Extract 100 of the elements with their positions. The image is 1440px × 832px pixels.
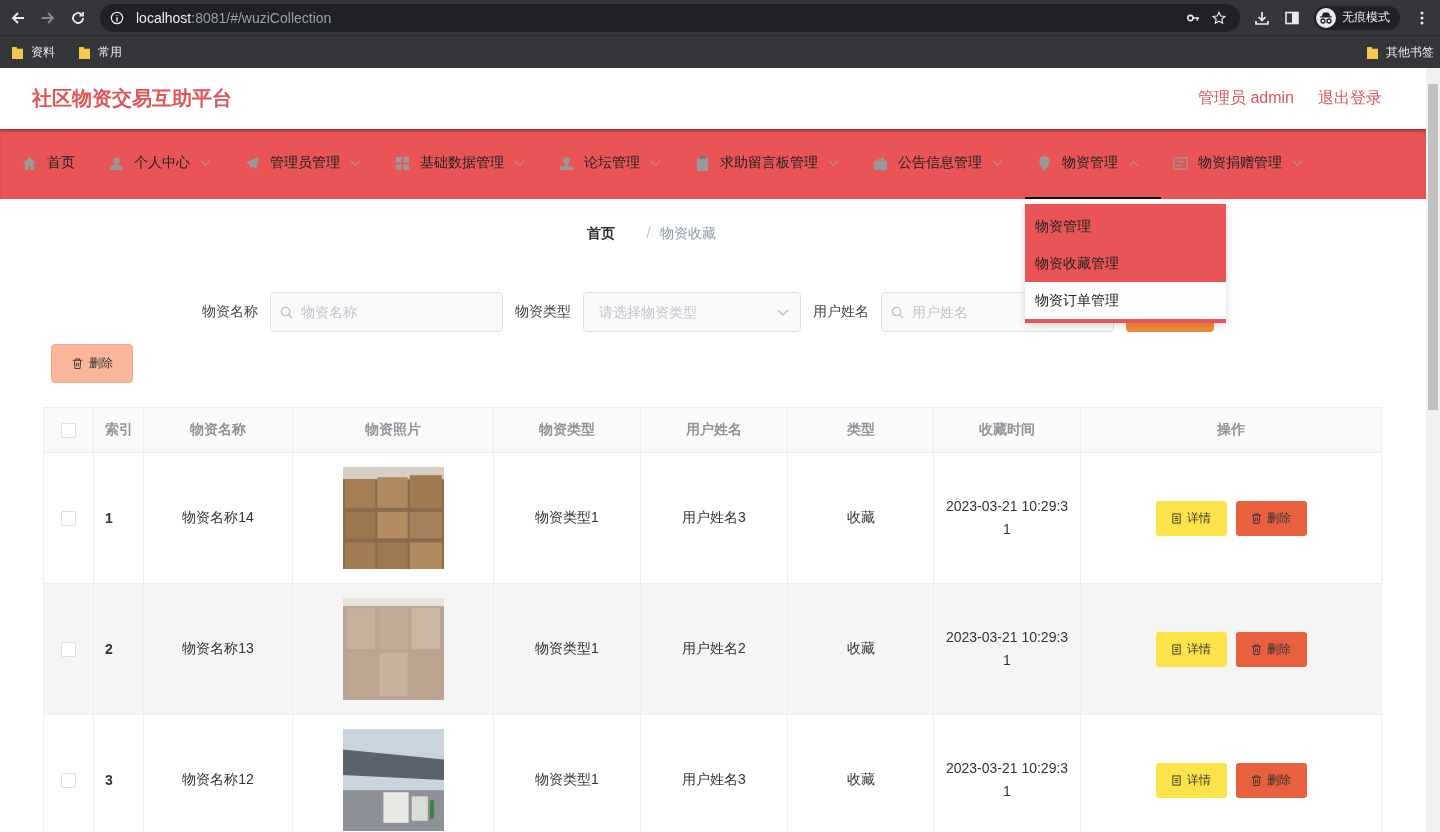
trash-icon [1251,774,1262,786]
search-icon [280,306,293,319]
chevron-icon [1128,159,1139,167]
chevron-icon [828,159,839,167]
column-header: 类型 [846,421,875,439]
bookmark[interactable]: 常用 [79,43,122,61]
breadcrumb-current: 物资收藏 [660,225,718,243]
table-cell: 3 [105,772,113,788]
grid-icon [395,155,410,171]
pin-icon [1037,155,1052,171]
card-icon [1173,155,1188,171]
folder-icon [79,45,90,59]
incognito-button[interactable]: 无痕模式 [1314,5,1400,30]
delete-button[interactable]: 删除 [51,344,133,383]
delete-button[interactable]: 删除 [1235,762,1307,798]
menu-item[interactable]: 物资订单管理 [1025,282,1226,319]
stamp-icon [559,155,574,171]
document-icon [1171,774,1182,786]
chevron-icon [650,159,661,167]
column-header: 物资照片 [365,421,421,439]
table-cell: 收藏 [846,771,875,789]
clipboard-icon [695,155,710,171]
folder-icon [1367,45,1378,59]
table-cell: 物资类型1 [535,771,599,789]
bookmark[interactable]: 其他书签 [1367,43,1434,61]
row-checkbox[interactable] [61,772,76,788]
table-cell: 2 [105,641,113,657]
incognito-icon [1316,7,1336,28]
detail-button[interactable]: 详情 [1155,500,1227,536]
table-cell: 物资类型1 [535,509,599,527]
nav-item[interactable]: 论坛管理 [547,129,683,199]
detail-button[interactable]: 详情 [1155,762,1227,798]
trash-icon [1251,512,1262,524]
table-cell: 收藏 [846,509,875,527]
table-cell: 用户姓名3 [682,509,746,527]
document-icon [1171,643,1182,655]
column-header: 用户姓名 [686,421,742,439]
nav-item[interactable]: 公告信息管理 [861,129,1025,199]
wallet-icon [873,155,888,171]
nav-item[interactable]: 物资管理 [1025,129,1161,199]
nav-item[interactable]: 首页 [10,129,97,199]
table-cell-text: 2023-03-21 10:29:31 [944,759,1070,801]
detail-button[interactable]: 详情 [1155,631,1227,667]
chevron-icon [514,159,525,167]
document-icon [1171,512,1182,524]
search-icon [891,306,904,319]
delete-button[interactable]: 删除 [1235,500,1307,536]
reload-icon[interactable] [70,9,86,26]
table-cell: 1 [105,510,113,526]
url-text: localhost:8081/#/wuziCollection [136,9,332,26]
address-bar[interactable]: localhost:8081/#/wuziCollection [100,3,1240,32]
forward-icon[interactable] [40,9,56,26]
table-cell: 物资名称13 [182,640,254,658]
bookmark[interactable]: 资料 [12,43,55,61]
admin-label: 管理员 admin [1197,88,1294,108]
table-cell: 收藏 [846,640,875,658]
column-header: 收藏时间 [979,421,1035,439]
table-cell-text: 2023-03-21 10:29:31 [944,628,1070,670]
scrollbar[interactable] [1426,68,1440,832]
row-checkbox[interactable] [61,641,76,657]
trash-icon [71,358,83,369]
breadcrumb-link[interactable]: 首页 [586,225,637,245]
nav-item[interactable]: 个人中心 [97,129,233,199]
home-icon [22,155,37,171]
nav-item[interactable]: 基础数据管理 [383,129,547,199]
star-icon[interactable] [1212,10,1226,25]
chevron-icon [200,159,211,167]
menu-item[interactable]: 物资收藏管理 [1025,245,1226,282]
table-cell: 用户姓名2 [682,640,746,658]
table-cell: 用户姓名3 [682,771,746,789]
site-title: 社区物资交易互助平台 [32,86,232,111]
table-cell: 物资类型1 [535,640,599,658]
filter-label: 物资类型 [515,303,571,321]
filter-label: 物资名称 [202,303,258,321]
column-header: 操作 [1217,421,1245,439]
table-cell-text: 2023-03-21 10:29:31 [944,497,1070,539]
select-all-checkbox[interactable] [61,422,76,438]
column-header: 物资类型 [539,421,595,439]
column-header: 索引 [104,421,133,439]
delete-button[interactable]: 删除 [1235,631,1307,667]
row-checkbox[interactable] [61,510,76,526]
person-icon [109,155,124,171]
breadcrumb-separator: / [646,225,651,243]
back-icon[interactable] [10,9,26,26]
info-icon [110,10,124,25]
nav-item[interactable]: 管理员管理 [233,129,383,199]
folder-icon [12,45,23,59]
sidebar-icon[interactable] [1284,9,1300,26]
trash-icon [1251,643,1262,655]
nav-item[interactable]: 求助留言板管理 [683,129,861,199]
search-field[interactable]: 物资名称 [270,292,503,332]
plane-icon [245,155,260,171]
logout-link[interactable]: 退出登录 [1318,88,1382,109]
download-icon[interactable] [1254,9,1270,26]
nav-item[interactable]: 物资捐赠管理 [1161,129,1325,199]
table-cell: 物资名称14 [182,509,254,527]
chevron-icon [777,309,789,317]
menu-item[interactable]: 物资管理 [1025,204,1226,245]
column-header: 物资名称 [190,421,246,439]
chevron-icon [992,159,1003,167]
